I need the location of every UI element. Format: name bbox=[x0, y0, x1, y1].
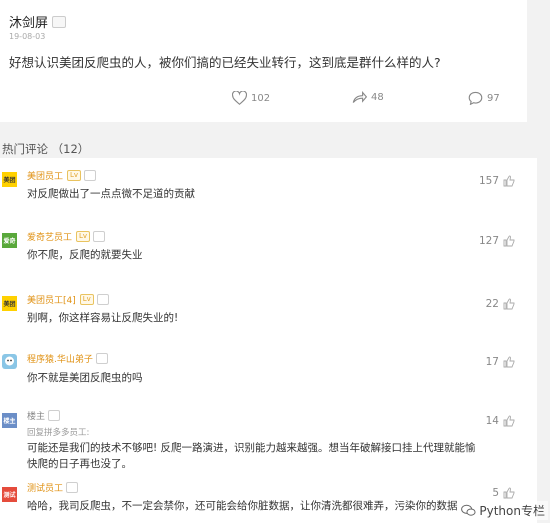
comment-user[interactable]: 美团员工[4] Lv bbox=[27, 293, 109, 306]
avatar-label: 美团 bbox=[3, 177, 16, 184]
comment-like-count: 5 bbox=[492, 487, 499, 499]
comment-like-count: 17 bbox=[485, 356, 499, 368]
like-count: 102 bbox=[251, 92, 271, 104]
comment-text: 对反爬做出了一点点微不足道的贡献 bbox=[27, 188, 195, 200]
vip-badge-icon bbox=[84, 170, 97, 181]
comment-user[interactable]: 爱奇艺员工 Lv bbox=[27, 230, 106, 243]
comment-text: 你不就是美团反爬虫的吗 bbox=[27, 372, 143, 384]
watermark: Python专栏 bbox=[458, 501, 548, 520]
thumbs-up-icon bbox=[503, 356, 515, 368]
cartoon-avatar-icon bbox=[5, 356, 14, 366]
share-arrow-icon bbox=[352, 91, 367, 103]
hot-comments-header: 热门评论 （12） bbox=[2, 141, 89, 157]
comment-text: 哈哈，我司反爬虫，不一定会禁你，还可能会给你脏数据，让你清洗都很难弄，污染你的数… bbox=[27, 500, 458, 512]
comment-like-button[interactable]: 127 bbox=[479, 235, 515, 247]
avatar[interactable]: 美团 bbox=[2, 296, 17, 311]
comment-user[interactable]: 楼主 bbox=[27, 409, 61, 422]
comment-text: 你不爬，反爬的就要失业 bbox=[27, 249, 143, 261]
post-author[interactable]: 沐剑屏 bbox=[9, 12, 67, 31]
avatar[interactable]: 楼主 bbox=[2, 413, 17, 428]
post-author-name[interactable]: 沐剑屏 bbox=[9, 12, 48, 31]
vip-badge-icon bbox=[96, 294, 109, 305]
share-button[interactable]: 48 bbox=[352, 91, 384, 104]
vip-badge-icon bbox=[52, 15, 67, 28]
comment-button[interactable]: 97 bbox=[468, 91, 500, 105]
comment-like-button[interactable]: 14 bbox=[486, 415, 515, 427]
comment-user-name[interactable]: 程序猿.华山弟子 bbox=[27, 352, 93, 365]
share-count: 48 bbox=[371, 92, 384, 103]
comment-like-button[interactable]: 157 bbox=[479, 175, 515, 187]
reply-to-label[interactable]: 回复拼多多员工: bbox=[27, 426, 89, 438]
comment-user-name[interactable]: 美团员工 bbox=[27, 169, 63, 182]
vip-badge-icon bbox=[66, 482, 79, 493]
avatar[interactable] bbox=[2, 354, 17, 369]
avatar-label: 美团 bbox=[3, 301, 16, 308]
post-date: 19-08-03 bbox=[9, 32, 46, 41]
comment-count: 97 bbox=[487, 92, 500, 104]
comment-user-name[interactable]: 爱奇艺员工 bbox=[27, 230, 72, 243]
watermark-text: Python专栏 bbox=[479, 504, 545, 518]
avatar-label: 楼主 bbox=[3, 418, 16, 425]
wechat-logo-icon bbox=[461, 504, 476, 516]
comment-like-count: 127 bbox=[478, 235, 499, 247]
avatar[interactable]: 美团 bbox=[2, 172, 17, 187]
comment-user-name[interactable]: 楼主 bbox=[27, 409, 45, 422]
thumbs-up-icon bbox=[503, 298, 515, 310]
comment-like-button[interactable]: 5 bbox=[492, 487, 515, 499]
hot-comments-label: 热门评论 bbox=[2, 142, 48, 156]
vip-badge-icon bbox=[48, 410, 61, 421]
avatar-label: 爱奇 bbox=[3, 238, 16, 245]
comment-list: 美团 美团员工 Lv 对反爬做出了一点点微不足道的贡献 157 爱奇 爱奇艺员工… bbox=[0, 158, 537, 523]
comment-user-name[interactable]: 美团员工[4] bbox=[27, 293, 76, 306]
avatar-label: 测试 bbox=[3, 492, 16, 499]
avatar[interactable]: 测试 bbox=[2, 487, 17, 502]
level-badge: Lv bbox=[67, 170, 82, 181]
level-badge: Lv bbox=[79, 294, 94, 305]
post-card: 沐剑屏 19-08-03 好想认识美团反爬虫的人，被你们搞的已经失业转行，这到底… bbox=[0, 0, 527, 122]
comment-bubble-icon bbox=[468, 91, 483, 105]
level-badge: Lv bbox=[76, 231, 91, 242]
vip-badge-icon bbox=[95, 353, 108, 364]
comment-like-count: 14 bbox=[485, 415, 499, 427]
avatar[interactable]: 爱奇 bbox=[2, 233, 17, 248]
hot-comments-count: （12） bbox=[51, 142, 90, 156]
comment-text: 别啊，你这样容易让反爬失业的! bbox=[27, 312, 179, 324]
comment-text: 可能还是我们的技术不够吧! 反爬一路演进，识别能力越来越强。想当年破解接口挂上代… bbox=[27, 442, 476, 454]
comment-user[interactable]: 测试员工 bbox=[27, 481, 79, 494]
comment-like-count: 22 bbox=[485, 298, 499, 310]
post-text: 好想认识美团反爬虫的人，被你们搞的已经失业转行，这到底是群什么样的人? bbox=[9, 55, 441, 70]
comment-user-name[interactable]: 测试员工 bbox=[27, 481, 63, 494]
comment-like-button[interactable]: 17 bbox=[486, 356, 515, 368]
thumbs-up-icon bbox=[503, 415, 515, 427]
thumbs-up-icon bbox=[503, 175, 515, 187]
comment-like-count: 157 bbox=[478, 175, 499, 187]
thumbs-up-icon bbox=[503, 235, 515, 247]
thumbs-up-icon bbox=[503, 487, 515, 499]
heart-icon bbox=[232, 91, 247, 105]
comment-like-button[interactable]: 22 bbox=[486, 298, 515, 310]
comment-text-line2: 快爬的日子再也没了。 bbox=[27, 458, 132, 470]
comment-user[interactable]: 美团员工 Lv bbox=[27, 169, 97, 182]
like-button[interactable]: 102 bbox=[232, 91, 270, 105]
comment-user[interactable]: 程序猿.华山弟子 bbox=[27, 352, 108, 365]
vip-badge-icon bbox=[93, 231, 106, 242]
